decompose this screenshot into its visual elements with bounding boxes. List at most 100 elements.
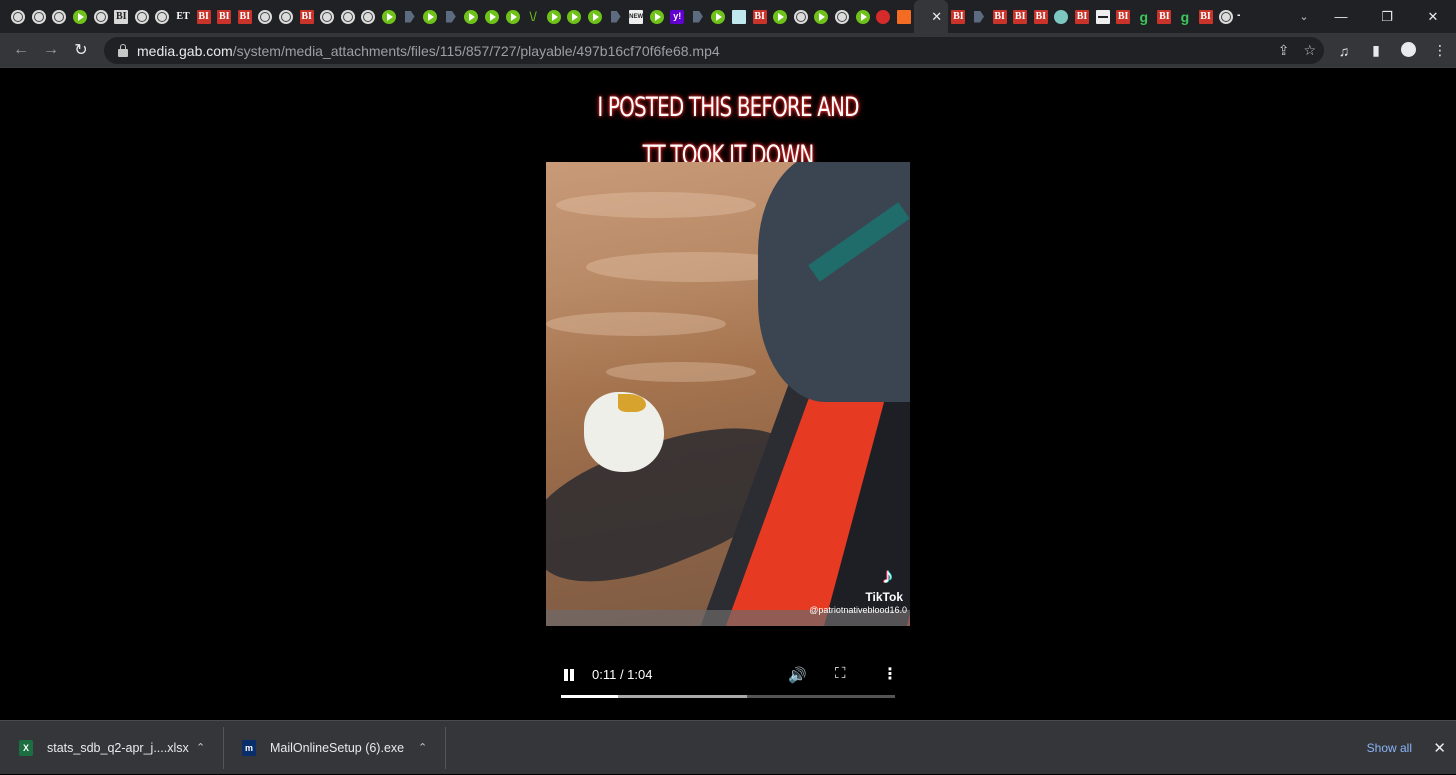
browser-tab[interactable] [1051,0,1072,33]
browser-tab[interactable] [564,0,585,33]
browser-tab[interactable]: BI [214,0,235,33]
restore-button[interactable]: ❐ [1364,9,1410,25]
volume-icon[interactable]: 🔊 [788,666,807,684]
browser-tab[interactable] [338,0,359,33]
browser-tab[interactable] [317,0,338,33]
arrow-icon [972,10,986,24]
fullscreen-icon[interactable]: ⛶ [835,665,846,682]
browser-tab[interactable] [832,0,853,33]
browser-tab[interactable]: BI [235,0,256,33]
browser-tab[interactable]: g [1175,0,1196,33]
browser-tab[interactable] [420,0,441,33]
browser-tab[interactable]: y! [667,0,688,33]
browser-tab[interactable] [688,0,709,33]
play-icon [773,9,788,24]
download-item[interactable]: X stats_sdb_q2-apr_j....xlsx ⌃ [0,721,224,775]
address-bar[interactable]: media.gab.com/system/media_attachments/f… [104,37,1324,64]
browser-tab[interactable]: BI [1031,0,1052,33]
browser-tab[interactable] [49,0,70,33]
play-icon [484,9,499,24]
bi-icon: BI [1074,9,1089,24]
chevron-up-icon[interactable]: ⌃ [196,741,205,754]
browser-tab[interactable]: BI [1113,0,1134,33]
browser-tab[interactable]: BI [1072,0,1093,33]
browser-tab[interactable] [379,0,400,33]
new-tab-button[interactable]: + [1236,5,1240,28]
browser-tab[interactable] [399,0,420,33]
bookmark-star-icon[interactable]: ☆ [1303,42,1316,59]
browser-tab[interactable]: BI [1010,0,1031,33]
browser-tab[interactable]: BI [296,0,317,33]
minimize-button[interactable]: — [1318,9,1364,24]
browser-tab[interactable] [29,0,50,33]
browser-menu-icon[interactable]: ⋮ [1424,42,1456,59]
browser-tab[interactable] [543,0,564,33]
chevron-up-icon[interactable]: ⌃ [418,741,427,754]
browser-tab[interactable] [873,0,894,33]
side-panel-icon[interactable]: ▮ [1360,42,1392,59]
reload-button[interactable]: ↻ [66,35,96,65]
media-control-icon[interactable]: ♫ [1328,43,1360,59]
show-all-downloads-button[interactable]: Show all [1357,721,1422,775]
video-frame[interactable]: ♪ TikTok @patriotnativeblood16.0 [546,162,910,626]
browser-tab[interactable]: BI [989,0,1010,33]
tab-search-button[interactable]: ⌄ [1290,0,1318,33]
browser-tab[interactable] [461,0,482,33]
browser-tab[interactable] [1216,0,1237,33]
browser-tab[interactable]: BI [749,0,770,33]
browser-tab[interactable] [358,0,379,33]
close-window-button[interactable]: ✕ [1410,9,1456,25]
download-item[interactable]: m MailOnlineSetup (6).exe ⌃ [224,721,446,775]
browser-tab[interactable] [132,0,153,33]
profile-avatar[interactable] [1392,41,1424,60]
browser-tab[interactable] [440,0,461,33]
browser-tab[interactable] [605,0,626,33]
browser-tab[interactable]: BI [1154,0,1175,33]
url-text[interactable]: media.gab.com/system/media_attachments/f… [137,43,720,59]
active-tab[interactable]: ✕ [914,0,949,33]
pause-icon[interactable] [562,669,576,683]
lock-icon[interactable] [118,43,128,57]
browser-tab[interactable] [585,0,606,33]
browser-tab[interactable] [894,0,915,33]
browser-tab[interactable] [969,0,990,33]
browser-tab[interactable] [1092,0,1113,33]
browser-tab[interactable] [708,0,729,33]
browser-tab[interactable]: BI [111,0,132,33]
globe-icon [835,9,850,24]
browser-tab[interactable]: BI [948,0,969,33]
close-tab-icon[interactable]: ✕ [931,9,942,25]
profile-icon [1400,41,1416,57]
browser-tab[interactable] [770,0,791,33]
browser-tab[interactable] [276,0,297,33]
browser-tab[interactable]: g [1133,0,1154,33]
more-options-icon[interactable]: ⋮ [882,664,898,684]
forward-button[interactable]: → [36,35,66,65]
share-icon[interactable]: ⇪ [1278,42,1290,59]
browser-tab[interactable] [811,0,832,33]
browser-tab[interactable] [70,0,91,33]
seek-bar[interactable] [561,695,895,698]
browser-tab[interactable] [482,0,503,33]
browser-tab[interactable] [729,0,750,33]
browser-tab[interactable] [255,0,276,33]
browser-tab[interactable]: \/ [523,0,544,33]
browser-tab[interactable] [791,0,812,33]
browser-tab[interactable]: BI [1195,0,1216,33]
browser-tab[interactable] [90,0,111,33]
back-button[interactable]: ← [6,35,36,65]
url-path: /system/media_attachments/files/115/857/… [232,42,720,59]
browser-tab[interactable] [502,0,523,33]
browser-tab[interactable] [646,0,667,33]
browser-tab[interactable]: ET [173,0,194,33]
close-download-bar-icon[interactable]: ✕ [1433,721,1446,775]
browser-tab[interactable] [152,0,173,33]
browser-tab[interactable] [852,0,873,33]
red-icon [876,9,891,24]
download-bar: X stats_sdb_q2-apr_j....xlsx ⌃ m MailOnl… [0,720,1456,774]
browser-tab[interactable] [8,0,29,33]
time-display: 0:11 / 1:04 [592,667,653,682]
browser-tab[interactable]: BI [193,0,214,33]
arrow-icon [403,10,417,24]
browser-tab[interactable]: NEW [626,0,647,33]
